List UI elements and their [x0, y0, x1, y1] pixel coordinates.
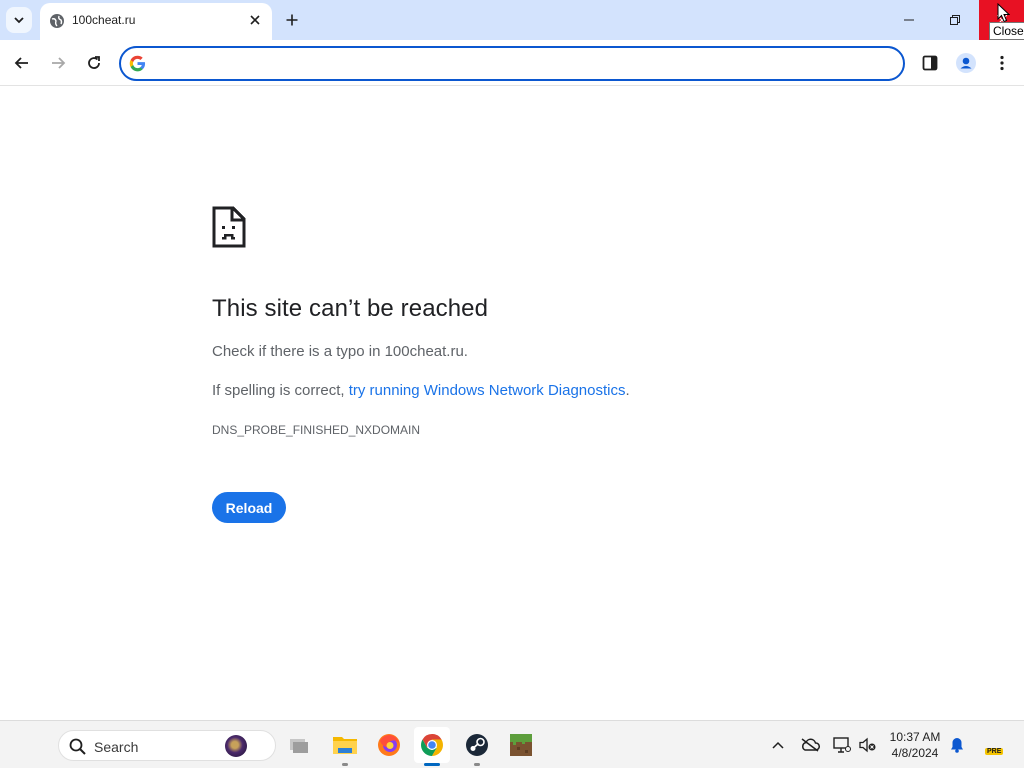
clock-date: 4/8/2024: [891, 746, 939, 760]
network-icon: [833, 737, 851, 753]
bell-icon: [951, 738, 963, 753]
cloud-offline-icon: [801, 738, 820, 752]
refresh-icon: [88, 56, 100, 69]
task-view-button[interactable]: [281, 727, 317, 763]
mouse-cursor-icon: [997, 3, 1010, 23]
task-view-icon: [290, 739, 308, 753]
running-indicator: [474, 763, 480, 766]
restore-button[interactable]: [932, 0, 978, 40]
google-icon: [129, 55, 146, 72]
close-icon: [250, 15, 260, 25]
restore-icon: [950, 15, 960, 25]
reload-button[interactable]: Reload: [212, 492, 286, 523]
minimize-icon: [904, 19, 914, 21]
running-indicator: [342, 763, 348, 766]
avatar-icon: [956, 53, 976, 73]
forward-arrow-icon: [52, 57, 66, 69]
minecraft-icon: [510, 734, 532, 756]
active-indicator: [424, 763, 440, 766]
diagnostics-prefix: If spelling is correct,: [212, 382, 349, 399]
search-highlight-icon: [225, 735, 247, 757]
search-label: Search: [94, 739, 139, 755]
menu-button[interactable]: [988, 49, 1016, 77]
volume-muted-icon: [859, 737, 876, 753]
close-tooltip: Close: [989, 22, 1024, 40]
taskbar-clock[interactable]: 10:37 AM 4/8/2024: [882, 729, 948, 761]
side-panel-icon: [922, 55, 938, 71]
pre-release-badge: PRE: [985, 748, 1004, 755]
address-input[interactable]: [155, 52, 885, 76]
network-diagnostics-link[interactable]: try running Windows Network Diagnostics: [349, 382, 626, 399]
browser-toolbar: [0, 40, 1024, 86]
error-typo-hint: Check if there is a typo in 100cheat.ru.: [212, 343, 468, 360]
new-tab-button[interactable]: [280, 8, 304, 32]
forward-button[interactable]: [44, 49, 72, 77]
error-page: This site can’t be reached Check if ther…: [0, 87, 1024, 720]
plus-icon: [286, 14, 298, 26]
chevron-down-icon: [14, 17, 24, 24]
sad-page-icon: [212, 206, 246, 248]
search-icon: [69, 738, 86, 755]
taskbar-firefox[interactable]: [371, 727, 407, 763]
back-button[interactable]: [8, 49, 36, 77]
tab-strip: 100cheat.ru: [0, 0, 1024, 40]
firefox-icon: [378, 734, 400, 756]
onedrive-tray[interactable]: [798, 733, 822, 757]
side-panel-button[interactable]: [916, 49, 944, 77]
taskbar-steam[interactable]: [459, 727, 495, 766]
globe-icon: [50, 14, 64, 28]
steam-icon: [466, 734, 488, 756]
diagnostics-suffix: .: [625, 382, 630, 399]
chrome-icon: [421, 734, 443, 756]
tab-close-button[interactable]: [246, 11, 264, 29]
network-tray[interactable]: [830, 733, 854, 757]
tab-search-button[interactable]: [6, 7, 32, 33]
file-explorer-icon: [333, 737, 357, 754]
notifications-button[interactable]: [945, 733, 969, 757]
chevron-up-icon: [772, 741, 784, 749]
taskbar-minecraft[interactable]: [503, 727, 539, 763]
error-diagnostics-hint: If spelling is correct, try running Wind…: [212, 382, 630, 399]
show-hidden-icons-button[interactable]: [766, 733, 790, 757]
reload-toolbar-button[interactable]: [80, 49, 108, 77]
kebab-menu-icon: [1000, 55, 1004, 71]
taskbar-chrome[interactable]: [414, 727, 450, 766]
address-bar[interactable]: [119, 46, 905, 81]
tab-title: 100cheat.ru: [72, 13, 136, 27]
profile-button[interactable]: [952, 49, 980, 77]
error-code: DNS_PROBE_FINISHED_NXDOMAIN: [212, 423, 421, 437]
minimize-button[interactable]: [886, 0, 932, 40]
browser-tab[interactable]: 100cheat.ru: [40, 3, 272, 40]
volume-tray[interactable]: [856, 733, 880, 757]
taskbar-search[interactable]: Search: [58, 730, 276, 761]
back-arrow-icon: [14, 57, 28, 69]
error-title: This site can’t be reached: [212, 295, 489, 322]
taskbar-file-explorer[interactable]: [327, 727, 363, 766]
taskbar: Search 10:37 AM 4/8/2024 PRE: [0, 720, 1024, 768]
clock-time: 10:37 AM: [889, 730, 941, 744]
